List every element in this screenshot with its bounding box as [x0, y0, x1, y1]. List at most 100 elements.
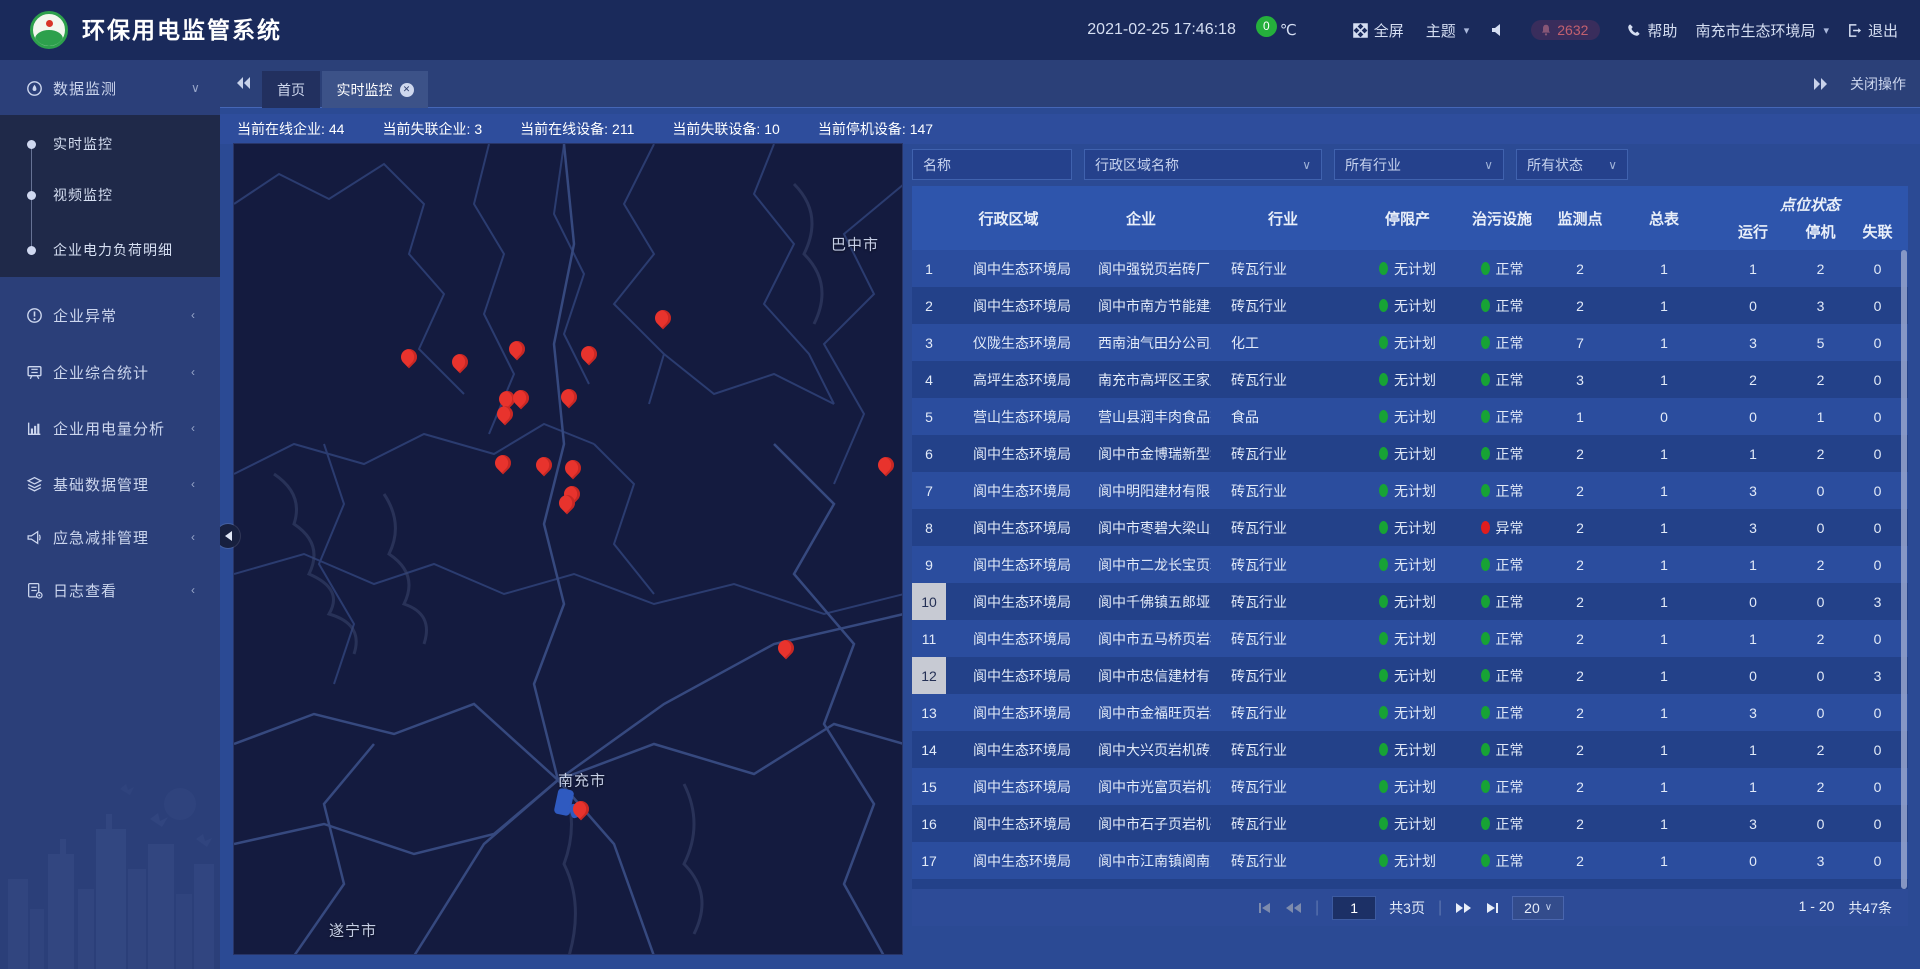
table-row[interactable]: 12 阆中生态环境局 阆中市忠信建材有限公 砖瓦行业 无计划 正常 2 1 0 … — [912, 657, 1908, 694]
map-panel[interactable]: 巴中市 南充市 遂宁市 — [233, 143, 903, 955]
cell-run: 1 — [1712, 546, 1794, 583]
cell-industry: 砖瓦行业 — [1211, 472, 1355, 509]
tab-home[interactable]: 首页 — [262, 71, 320, 108]
tab-realtime-monitor[interactable]: 实时监控 ✕ — [322, 71, 428, 108]
cell-region: 阆中生态环境局 — [946, 657, 1071, 694]
cell-industry: 砖瓦行业 — [1211, 250, 1355, 287]
sidebar-item-log-view[interactable]: 日志查看 ‹ — [0, 568, 220, 612]
status-dot-icon — [1481, 706, 1490, 719]
table-row[interactable]: 10 阆中生态环境局 阆中千佛镇五郎垭页岩 砖瓦行业 无计划 正常 2 1 0 … — [912, 583, 1908, 620]
logout-button[interactable]: 退出 — [1847, 20, 1898, 41]
table-row[interactable]: 16 阆中生态环境局 阆中市石子页岩机砖厂 砖瓦行业 无计划 正常 2 1 3 … — [912, 805, 1908, 842]
col-industry: 行业 — [1211, 186, 1355, 250]
cell-lost: 0 — [1847, 620, 1908, 657]
sidebar-item-power-load-detail[interactable]: 企业电力负荷明细 — [0, 236, 220, 264]
sidebar-item-power-analysis[interactable]: 企业用电量分析 ‹ — [0, 406, 220, 450]
cell-num: 4 — [912, 361, 946, 398]
status-dot-icon — [1481, 669, 1490, 682]
table-row[interactable]: 9 阆中生态环境局 阆中市二龙长宝页岩砖 砖瓦行业 无计划 正常 2 1 1 2… — [912, 546, 1908, 583]
fullscreen-button[interactable]: 全屏 — [1353, 20, 1404, 41]
page-size-select[interactable]: 20 ∨ — [1512, 896, 1564, 920]
chevron-left-icon: ‹ — [191, 477, 195, 491]
cell-run: 3 — [1712, 472, 1794, 509]
notification-badge[interactable]: 2632 — [1531, 20, 1600, 40]
sidebar-item-realtime-monitor[interactable]: 实时监控 — [0, 130, 220, 158]
sidebar-item-video-monitor[interactable]: 视频监控 — [0, 181, 220, 209]
cell-monitor: 2 — [1544, 842, 1616, 879]
prev-page-button[interactable] — [1285, 901, 1302, 915]
cell-company: 阆中千佛镇五郎垭页岩 — [1071, 583, 1211, 620]
app-title: 环保用电监管系统 — [82, 0, 282, 60]
cell-lost: 0 — [1847, 694, 1908, 731]
table-row[interactable]: 4 高坪生态环境局 南充市高坪区王家店建 砖瓦行业 无计划 正常 3 1 2 2… — [912, 361, 1908, 398]
status-dot-icon — [1481, 780, 1490, 793]
table-row[interactable]: 18 南部生态环境局 南部县砂化水泥有限公 建材加工 无计划 正常 6 0 0 … — [912, 879, 1908, 889]
cell-lost: 0 — [1847, 472, 1908, 509]
table-row[interactable]: 14 阆中生态环境局 阆中大兴页岩机砖厂 砖瓦行业 无计划 正常 2 1 1 2… — [912, 731, 1908, 768]
table-row[interactable]: 8 阆中生态环境局 阆中市枣碧大梁山页岩 砖瓦行业 无计划 异常 2 1 3 0… — [912, 509, 1908, 546]
table-row[interactable]: 2 阆中生态环境局 阆中市南方节能建材有 砖瓦行业 无计划 正常 2 1 0 3… — [912, 287, 1908, 324]
cell-stop: 2 — [1794, 250, 1847, 287]
top-header: 环保用电监管系统 2021-02-25 17:46:18 0 ℃ 全屏 主题 ▾ — [0, 0, 1920, 60]
cell-meter: 0 — [1616, 398, 1712, 435]
cell-facility: 正常 — [1460, 657, 1544, 694]
table-scrollbar[interactable] — [1901, 250, 1907, 889]
theme-dropdown[interactable]: 主题 ▾ — [1426, 20, 1470, 41]
gauge-icon — [26, 80, 43, 97]
status-dot-icon — [1481, 632, 1490, 645]
cell-lost: 0 — [1847, 842, 1908, 879]
cell-stop: 2 — [1794, 731, 1847, 768]
sidebar-item-emergency-reduction[interactable]: 应急减排管理 ‹ — [0, 515, 220, 559]
sidebar-item-base-data[interactable]: 基础数据管理 ‹ — [0, 462, 220, 506]
cell-meter: 1 — [1616, 472, 1712, 509]
name-filter-input[interactable]: 名称 — [912, 149, 1072, 180]
table-row[interactable]: 1 阆中生态环境局 阆中强锐页岩砖厂 砖瓦行业 无计划 正常 2 1 1 2 0 — [912, 250, 1908, 287]
page-number-input[interactable]: 1 — [1332, 896, 1376, 920]
board-icon — [26, 364, 43, 381]
map-city-label: 遂宁市 — [329, 920, 377, 941]
table-row[interactable]: 3 仪陇生态环境局 西南油气田分公司川中 化工 无计划 正常 7 1 3 5 0 — [912, 324, 1908, 361]
industry-filter-select[interactable]: 所有行业 ∨ — [1334, 149, 1504, 180]
collapse-left-icon — [225, 531, 232, 541]
cell-stop: 2 — [1794, 768, 1847, 805]
status-dot-icon — [1379, 521, 1388, 534]
tab-close-icon[interactable]: ✕ — [400, 83, 414, 97]
cell-company: 阆中市忠信建材有限公 — [1071, 657, 1211, 694]
last-page-button[interactable] — [1485, 901, 1499, 915]
cell-industry: 砖瓦行业 — [1211, 731, 1355, 768]
cell-monitor: 2 — [1544, 620, 1616, 657]
status-dot-icon — [1379, 780, 1388, 793]
stat-lost-device: 当前失联设备:10 — [672, 119, 779, 139]
cell-facility: 正常 — [1460, 324, 1544, 361]
table-row[interactable]: 15 阆中生态环境局 阆中市光富页岩机砖厂 砖瓦行业 无计划 正常 2 1 1 … — [912, 768, 1908, 805]
cell-run: 1 — [1712, 620, 1794, 657]
next-page-button[interactable] — [1455, 901, 1472, 915]
cell-run: 1 — [1712, 435, 1794, 472]
table-row[interactable]: 17 阆中生态环境局 阆中市江南镇阆南页岩 砖瓦行业 无计划 正常 2 1 0 … — [912, 842, 1908, 879]
cell-company: 阆中市江南镇阆南页岩 — [1071, 842, 1211, 879]
help-button[interactable]: 帮助 — [1626, 20, 1677, 41]
status-filter-select[interactable]: 所有状态 ∨ — [1516, 149, 1628, 180]
cell-facility: 正常 — [1460, 435, 1544, 472]
close-operations-button[interactable]: 关闭操作 — [1850, 74, 1906, 94]
status-dot-icon — [1481, 817, 1490, 830]
cell-monitor: 2 — [1544, 435, 1616, 472]
region-filter-select[interactable]: 行政区域名称 ∨ — [1084, 149, 1322, 180]
sound-button[interactable] — [1491, 23, 1505, 37]
tabs-scroll-right-button[interactable] — [1812, 76, 1828, 92]
table-row[interactable]: 13 阆中生态环境局 阆中市金福旺页岩机砖 砖瓦行业 无计划 正常 2 1 3 … — [912, 694, 1908, 731]
sidebar-item-company-abnormal[interactable]: 企业异常 ‹ — [0, 293, 220, 337]
sidebar-item-company-statistics[interactable]: 企业综合统计 ‹ — [0, 350, 220, 394]
first-page-button[interactable] — [1258, 901, 1272, 915]
table-header: 行政区域 企业 行业 停限产 治污设施 监测点 总表 点位状态 运行 停机 失联 — [912, 186, 1908, 250]
table-row[interactable]: 7 阆中生态环境局 阆中明阳建材有限公司 砖瓦行业 无计划 正常 2 1 3 0… — [912, 472, 1908, 509]
cell-meter: 1 — [1616, 546, 1712, 583]
map-city-label: 南充市 — [558, 770, 606, 791]
org-dropdown[interactable]: 南充市生态环境局 ▾ — [1695, 20, 1829, 41]
table-row[interactable]: 11 阆中生态环境局 阆中市五马桥页岩机砖 砖瓦行业 无计划 正常 2 1 1 … — [912, 620, 1908, 657]
sidebar-item-data-monitor[interactable]: 数据监测 ∨ — [0, 66, 220, 110]
table-row[interactable]: 5 营山生态环境局 营山县润丰肉食品有限 食品 无计划 正常 1 0 0 1 0 — [912, 398, 1908, 435]
cell-num: 3 — [912, 324, 946, 361]
table-row[interactable]: 6 阆中生态环境局 阆中市金博瑞新型墙材 砖瓦行业 无计划 正常 2 1 1 2… — [912, 435, 1908, 472]
tabs-scroll-left-button[interactable] — [236, 75, 252, 91]
